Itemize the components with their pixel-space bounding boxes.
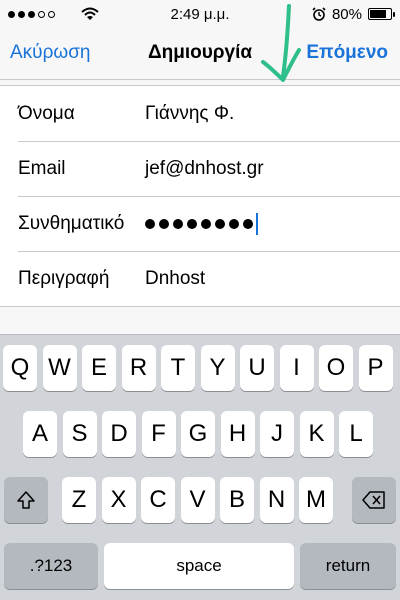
numbers-key[interactable]: .?123 xyxy=(4,543,98,589)
key-s[interactable]: S xyxy=(62,411,97,457)
key-w[interactable]: W xyxy=(42,345,77,391)
password-dot xyxy=(243,218,253,229)
navigation-bar: Ακύρωση Δημιουργία Επόμενο xyxy=(0,28,400,80)
key-v[interactable]: V xyxy=(180,477,215,523)
battery-percentage: 80% xyxy=(331,5,362,23)
key-r[interactable]: R xyxy=(121,345,156,391)
wifi-icon xyxy=(81,7,99,20)
password-dot xyxy=(187,218,197,229)
keyboard-row-1: QWERTYUIOP xyxy=(0,345,400,401)
shift-key[interactable] xyxy=(4,477,48,523)
key-f[interactable]: F xyxy=(141,411,176,457)
password-dot xyxy=(159,218,169,229)
password-dot xyxy=(145,218,155,229)
keyboard: QWERTYUIOP ASDFGHJKL ZXCVBNM .?123 space… xyxy=(0,334,400,600)
account-form: Όνομα Γιάννης Φ. Email jef@dnhost.gr Συν… xyxy=(0,85,400,307)
key-q[interactable]: Q xyxy=(3,345,37,391)
name-label: Όνομα xyxy=(18,102,75,124)
key-b[interactable]: B xyxy=(220,477,254,523)
status-bar: 2:49 μ.μ. 80% xyxy=(0,0,400,28)
battery-fill xyxy=(370,10,386,18)
key-a[interactable]: A xyxy=(23,411,57,457)
backspace-key[interactable] xyxy=(352,477,396,523)
password-mask xyxy=(145,218,253,229)
description-field[interactable]: Dnhost xyxy=(145,268,205,290)
name-field[interactable]: Γιάννης Φ. xyxy=(145,103,234,125)
form-row-description[interactable]: Περιγραφή Dnhost xyxy=(0,251,400,306)
password-field[interactable] xyxy=(145,212,258,235)
keyboard-row-3: ZXCVBNM xyxy=(0,477,400,533)
email-field[interactable]: jef@dnhost.gr xyxy=(145,158,264,180)
form-row-name[interactable]: Όνομα Γιάννης Φ. xyxy=(0,86,400,141)
battery-icon xyxy=(368,8,395,20)
password-dot xyxy=(229,218,239,229)
key-c[interactable]: C xyxy=(141,477,175,523)
key-y[interactable]: Y xyxy=(200,345,235,391)
key-e[interactable]: E xyxy=(82,345,116,391)
shift-icon xyxy=(17,491,35,509)
return-key[interactable]: return xyxy=(300,543,396,589)
email-label: Email xyxy=(18,157,66,179)
key-o[interactable]: O xyxy=(319,345,353,391)
password-dot xyxy=(173,218,183,229)
key-j[interactable]: J xyxy=(260,411,294,457)
password-dot xyxy=(215,218,225,229)
space-key[interactable]: space xyxy=(104,543,294,589)
key-i[interactable]: I xyxy=(279,345,314,391)
status-right: 80% xyxy=(312,5,395,23)
key-g[interactable]: G xyxy=(181,411,215,457)
key-d[interactable]: D xyxy=(102,411,136,457)
key-p[interactable]: P xyxy=(358,345,393,391)
password-dot xyxy=(201,218,211,229)
key-x[interactable]: X xyxy=(101,477,136,523)
form-row-password[interactable]: Συνθηματικό xyxy=(0,196,400,251)
key-n[interactable]: N xyxy=(259,477,294,523)
description-label: Περιγραφή xyxy=(18,267,110,289)
key-t[interactable]: T xyxy=(161,345,195,391)
key-u[interactable]: U xyxy=(240,345,274,391)
key-l[interactable]: L xyxy=(339,411,373,457)
next-button[interactable]: Επόμενο xyxy=(306,42,388,64)
key-m[interactable]: M xyxy=(299,477,333,523)
password-label: Συνθηματικό xyxy=(18,212,125,234)
backspace-icon xyxy=(362,491,385,509)
key-z[interactable]: Z xyxy=(62,477,96,523)
text-cursor xyxy=(256,212,258,235)
annotation-arrow-icon xyxy=(261,4,301,82)
key-h[interactable]: H xyxy=(220,411,255,457)
signal-strength-icon xyxy=(8,10,55,18)
form-row-email[interactable]: Email jef@dnhost.gr xyxy=(0,141,400,196)
status-left xyxy=(8,7,99,21)
alarm-clock-icon xyxy=(312,7,326,21)
key-k[interactable]: K xyxy=(299,411,334,457)
keyboard-row-2: ASDFGHJKL xyxy=(0,411,400,467)
keyboard-row-4: .?123 space return xyxy=(0,543,400,599)
